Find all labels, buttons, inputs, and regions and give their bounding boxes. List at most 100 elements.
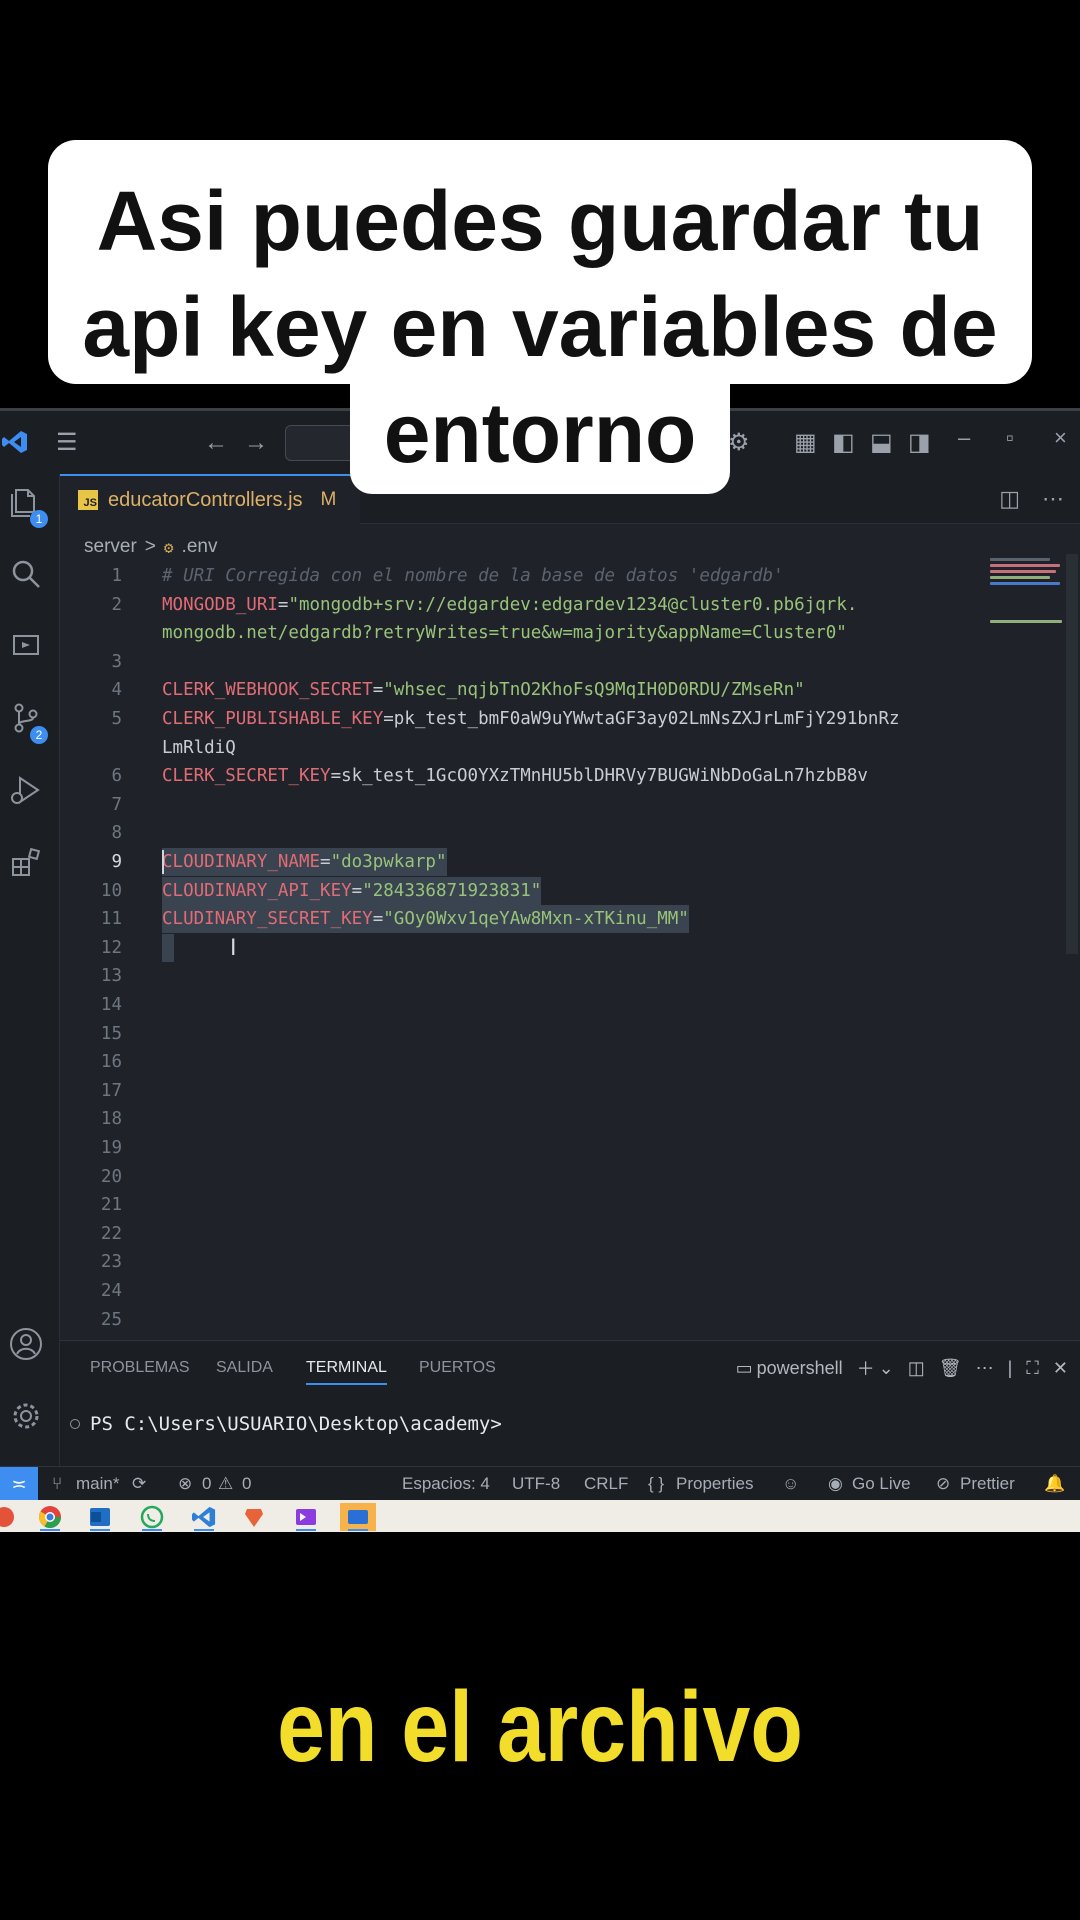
code-line[interactable]: 21 — [60, 1191, 1060, 1219]
chrome-icon[interactable] — [32, 1503, 68, 1531]
code-token: CLERK_WEBHOOK_SECRET — [162, 680, 373, 701]
line-number: 6 — [111, 766, 122, 787]
sync-icon[interactable]: ⟳ — [132, 1474, 146, 1494]
video-editor-icon[interactable] — [288, 1503, 324, 1531]
breadcrumb-folder[interactable]: server — [84, 536, 137, 558]
activity-bar: 1 2 — [0, 474, 60, 1466]
code-line[interactable]: 16 — [60, 1048, 1060, 1076]
warning-count[interactable]: 0 — [242, 1474, 251, 1494]
explorer-icon[interactable]: 1 — [8, 484, 52, 528]
code-text: CLERK_PUBLISHABLE_KEY=pk_test_bmF0aW9uYW… — [162, 705, 900, 733]
code-line[interactable]: 6 CLERK_SECRET_KEY=sk_test_1GcO0YXzTMnHU5… — [60, 762, 1060, 790]
code-line[interactable]: 9 CLOUDINARY_NAME="do3pwkarp" — [60, 848, 1060, 876]
trash-icon[interactable]: 🗑 — [939, 1358, 962, 1379]
chevron-down-icon[interactable]: ⌄ — [879, 1358, 894, 1379]
indentation[interactable]: Espacios: 4 — [402, 1474, 490, 1494]
tab-salida[interactable]: SALIDA — [216, 1359, 273, 1377]
line-ending[interactable]: CRLF — [584, 1474, 628, 1494]
mouse-ibeam-icon: I — [230, 935, 237, 961]
whatsapp-icon[interactable] — [134, 1503, 170, 1531]
error-icon[interactable]: ⊗ — [178, 1474, 192, 1494]
code-line[interactable]: 8 — [60, 819, 1060, 847]
settings-gear-icon[interactable] — [8, 1398, 52, 1442]
tab-puertos[interactable]: PUERTOS — [419, 1359, 496, 1377]
encoding[interactable]: UTF-8 — [512, 1474, 560, 1494]
code-token: = — [320, 852, 331, 872]
go-live[interactable]: Go Live — [852, 1474, 911, 1494]
terminal-prompt[interactable]: PS C:\Users\USUARIO\Desktop\academy> — [90, 1413, 502, 1435]
breadcrumb-file[interactable]: .env — [182, 536, 218, 558]
code-line[interactable]: 11 CLUDINARY_SECRET_KEY="GOy0Wxv1qeYAw8Mx… — [60, 905, 1060, 934]
editor-window: ☰ ← → ⚙ ▦ ◧ ⬓ ◨ – ▫ × 1 2 JS educatorCon… — [0, 408, 1080, 1532]
search-icon[interactable] — [8, 556, 52, 600]
code-line[interactable]: 23 — [60, 1248, 1060, 1276]
vscode-taskbar-icon[interactable] — [186, 1503, 222, 1531]
code-line[interactable]: 22 — [60, 1220, 1060, 1248]
code-text: # URI Corregida con el nombre de la base… — [162, 562, 784, 590]
code-line[interactable]: 10 CLOUDINARY_API_KEY="284336871923831" — [60, 876, 1060, 905]
code-line[interactable]: 1 # URI Corregida con el nombre de la bas… — [60, 562, 1060, 590]
maximize-panel-icon[interactable]: ⛶ — [1026, 1358, 1039, 1379]
source-control-icon[interactable]: 2 — [8, 700, 52, 744]
extensions-icon[interactable] — [8, 844, 52, 888]
code-token: CLOUDINARY_NAME — [162, 852, 321, 872]
title-line-1: Asi puedes guardar tu — [96, 174, 984, 268]
code-text — [162, 933, 174, 962]
code-line[interactable]: 2 MONGODB_URI="mongodb+srv://edgardev:edg… — [60, 591, 1060, 619]
code-line[interactable]: 24 — [60, 1277, 1060, 1305]
terminal-shell-label[interactable]: powershell — [757, 1358, 843, 1379]
split-terminal-icon[interactable]: ◫ — [908, 1358, 925, 1379]
code-line[interactable]: 19 — [60, 1134, 1060, 1162]
close-window-icon[interactable]: × — [1054, 425, 1067, 451]
code-line[interactable]: 13 — [60, 962, 1060, 990]
tab-modified-indicator: M — [320, 489, 337, 510]
code-line[interactable]: 20 — [60, 1163, 1060, 1191]
code-editor[interactable]: 1 # URI Corregida con el nombre de la bas… — [60, 562, 1060, 1416]
minimap[interactable] — [988, 554, 1064, 644]
remote-icon[interactable]: ≍ — [0, 1467, 38, 1501]
error-count[interactable]: 0 — [202, 1474, 211, 1494]
code-token: =sk_test_1GcO0YXzTMnHU5blDHRVy7BUGWiNbDo… — [330, 766, 868, 787]
line-number: 3 — [111, 651, 122, 672]
code-line[interactable]: 17 — [60, 1077, 1060, 1105]
source-control-badge: 2 — [30, 726, 48, 744]
broadcast-icon: ◉ — [828, 1474, 843, 1493]
code-token: LmRldiQ — [162, 737, 236, 758]
outlook-icon[interactable] — [82, 1503, 118, 1531]
code-line[interactable]: 3 — [60, 648, 1060, 676]
code-line[interactable]: 25 — [60, 1306, 1060, 1334]
code-token: = — [351, 880, 363, 901]
run-and-debug-icon[interactable] — [8, 772, 52, 816]
tab-terminal[interactable]: TERMINAL — [306, 1359, 387, 1385]
taskbar-app-icon[interactable] — [0, 1503, 22, 1531]
notifications-bell-icon[interactable]: 🔔 — [1044, 1474, 1065, 1494]
copilot-status-icon[interactable]: ☺ — [782, 1474, 799, 1494]
code-text: CLUDINARY_SECRET_KEY="GOy0Wxv1qeYAw8Mxn-… — [162, 905, 689, 934]
code-line[interactable]: 5 CLERK_PUBLISHABLE_KEY=pk_test_bmF0aW9uY… — [60, 705, 1060, 733]
code-line[interactable]: 15 — [60, 1020, 1060, 1048]
close-panel-icon[interactable]: ✕ — [1053, 1358, 1068, 1379]
new-terminal-icon[interactable]: ＋ — [857, 1355, 875, 1381]
accounts-icon[interactable] — [8, 1326, 52, 1370]
code-line[interactable]: LmRldiQ — [60, 734, 1060, 762]
code-line[interactable]: 18 — [60, 1105, 1060, 1133]
code-line[interactable]: 7 — [60, 791, 1060, 819]
run-debug-extension-icon[interactable] — [8, 628, 52, 672]
language-mode[interactable]: Properties — [676, 1474, 753, 1494]
split-editor-icon[interactable]: ◫ — [999, 486, 1020, 512]
line-number: 5 — [111, 709, 122, 729]
tab-problemas[interactable]: PROBLEMAS — [90, 1359, 190, 1377]
panel-more-icon[interactable]: ⋯ — [976, 1358, 994, 1379]
code-line[interactable]: 4 CLERK_WEBHOOK_SECRET="whsec_nqjbTnO2Kho… — [60, 676, 1060, 704]
editor-scrollbar[interactable] — [1066, 554, 1078, 954]
code-token: CLOUDINARY_API_KEY — [162, 880, 352, 901]
warning-icon[interactable]: ⚠ — [218, 1474, 233, 1494]
branch-name[interactable]: main* — [76, 1474, 119, 1494]
prettier[interactable]: Prettier — [960, 1474, 1015, 1494]
screen-recorder-icon[interactable] — [340, 1503, 376, 1531]
code-line[interactable]: 14 — [60, 991, 1060, 1019]
brave-icon[interactable] — [236, 1503, 272, 1531]
more-actions-icon[interactable]: ⋯ — [1042, 486, 1064, 512]
code-line[interactable]: mongodb.net/edgardb?retryWrites=true&w=m… — [60, 619, 1060, 647]
code-line[interactable]: 12 — [60, 933, 1060, 962]
